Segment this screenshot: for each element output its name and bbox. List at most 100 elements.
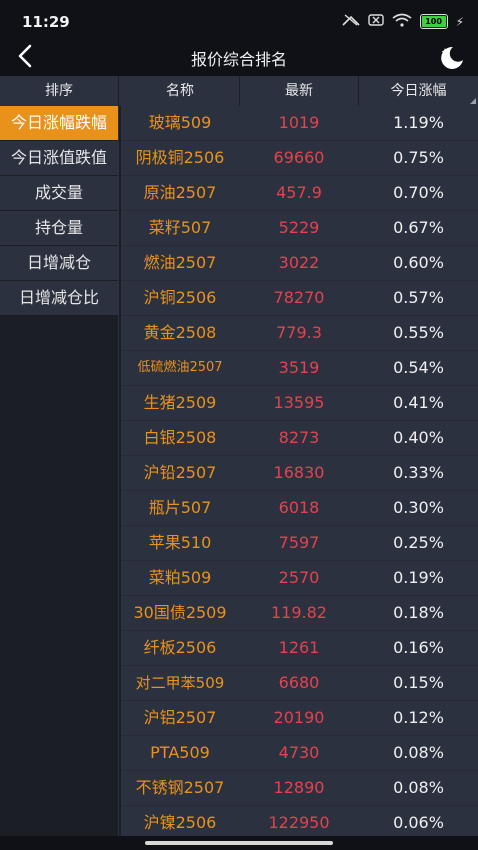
quote-table: 玻璃509 1019 1.19% 阴极铜2506 69660 0.75% 原油2507 4…: [121, 106, 478, 841]
change-pct: 0.30%: [393, 498, 444, 517]
change-pct: 0.06%: [393, 813, 444, 832]
signal-icon: [341, 14, 360, 29]
sidebar-item-change-value[interactable]: 今日涨值跌值: [0, 141, 118, 176]
latest-price: 16830: [273, 463, 325, 482]
change-pct: 0.54%: [393, 358, 444, 377]
table-row[interactable]: 白银2508 8273 0.40%: [121, 421, 478, 456]
table-row[interactable]: PTA509 4730 0.08%: [121, 736, 478, 771]
table-row[interactable]: 沪铅2507 16830 0.33%: [121, 456, 478, 491]
sidebar-item-volume[interactable]: 成交量: [0, 176, 118, 211]
contract-name: 菜籽507: [148, 218, 212, 237]
contract-name: 玻璃509: [148, 113, 212, 132]
change-pct: 0.12%: [393, 708, 444, 727]
column-header: 排序 名称 最新 今日涨幅: [0, 76, 478, 106]
contract-name: 白银2508: [143, 428, 217, 447]
table-row[interactable]: 不锈钢2507 12890 0.08%: [121, 771, 478, 806]
latest-price: 119.82: [271, 603, 327, 622]
latest-price: 779.3: [276, 323, 322, 342]
sort-sidebar: 今日涨幅跌幅 今日涨值跌值 成交量 持仓量 日增减仓 日增减仓比: [0, 106, 119, 836]
contract-name: 沪镍2506: [143, 813, 217, 832]
night-mode-icon[interactable]: [436, 42, 466, 72]
table-row[interactable]: 纤板2506 1261 0.16%: [121, 631, 478, 666]
contract-name: 阴极铜2506: [135, 148, 225, 167]
contract-name: 低硫燃油2507: [137, 360, 223, 375]
status-icons: 100 ⚡: [341, 13, 464, 30]
change-pct: 0.33%: [393, 463, 444, 482]
latest-price: 5229: [278, 218, 320, 237]
latest-price: 457.9: [276, 183, 322, 202]
change-pct: 0.67%: [393, 218, 444, 237]
sidebar-item-open-interest[interactable]: 持仓量: [0, 211, 118, 246]
change-pct: 1.19%: [393, 113, 444, 132]
system-nav-bar: [0, 836, 478, 850]
sidebar-item-daily-position-ratio[interactable]: 日增减仓比: [0, 281, 118, 316]
app-header: 报价综合排名: [0, 40, 478, 76]
contract-name: 沪铜2506: [143, 288, 217, 307]
status-bar: 11:29 100 ⚡: [0, 0, 478, 40]
change-pct: 0.75%: [393, 148, 444, 167]
table-row[interactable]: 菜籽507 5229 0.67%: [121, 211, 478, 246]
change-pct: 0.40%: [393, 428, 444, 447]
latest-price: 78270: [273, 288, 325, 307]
contract-name: 沪铝2507: [143, 708, 217, 727]
latest-price: 3022: [278, 253, 320, 272]
table-row[interactable]: 阴极铜2506 69660 0.75%: [121, 141, 478, 176]
column-divider: [118, 76, 119, 106]
table-row[interactable]: 瓶片507 6018 0.30%: [121, 491, 478, 526]
change-pct: 0.19%: [393, 568, 444, 587]
wifi-icon: [392, 13, 412, 30]
table-row[interactable]: 沪铜2506 78270 0.57%: [121, 281, 478, 316]
change-pct: 0.08%: [393, 778, 444, 797]
change-pct: 0.15%: [393, 673, 444, 692]
change-pct: 0.16%: [393, 638, 444, 657]
page-title: 报价综合排名: [190, 50, 287, 69]
table-row[interactable]: 对二甲苯509 6680 0.15%: [121, 666, 478, 701]
change-pct: 0.57%: [393, 288, 444, 307]
latest-price: 20190: [273, 708, 325, 727]
latest-price: 7597: [278, 533, 320, 552]
contract-name: 黄金2508: [143, 323, 217, 342]
table-row[interactable]: 原油2507 457.9 0.70%: [121, 176, 478, 211]
change-pct: 0.18%: [393, 603, 444, 622]
contract-name: 菜粕509: [148, 568, 212, 587]
contract-name: 生猪2509: [143, 393, 217, 412]
table-row[interactable]: 玻璃509 1019 1.19%: [121, 106, 478, 141]
home-indicator[interactable]: [145, 841, 333, 845]
table-row[interactable]: 燃油2507 3022 0.60%: [121, 246, 478, 281]
change-pct: 0.08%: [393, 743, 444, 762]
contract-name: 对二甲苯509: [135, 674, 225, 692]
column-name[interactable]: 名称: [121, 76, 239, 106]
battery-icon: 100: [419, 14, 448, 29]
table-row[interactable]: 菜粕509 2570 0.19%: [121, 561, 478, 596]
status-time: 11:29: [22, 13, 70, 31]
table-row[interactable]: 生猪2509 13595 0.41%: [121, 386, 478, 421]
sim-icon: [367, 14, 384, 29]
change-pct: 0.25%: [393, 533, 444, 552]
latest-price: 1261: [278, 638, 320, 657]
latest-price: 8273: [278, 428, 320, 447]
table-row[interactable]: 30国债2509 119.82 0.18%: [121, 596, 478, 631]
contract-name: 苹果510: [148, 533, 212, 552]
sort-indicator-icon: [470, 98, 476, 104]
sidebar-item-daily-position-change[interactable]: 日增减仓: [0, 246, 118, 281]
latest-price: 6680: [278, 673, 320, 692]
latest-price: 3519: [278, 358, 320, 377]
contract-name: 沪铅2507: [143, 463, 217, 482]
contract-name: PTA509: [150, 743, 210, 762]
latest-price: 69660: [273, 148, 325, 167]
column-sort: 排序: [45, 83, 73, 99]
change-pct: 0.70%: [393, 183, 444, 202]
latest-price: 12890: [273, 778, 325, 797]
change-pct: 0.55%: [393, 323, 444, 342]
latest-price: 13595: [273, 393, 325, 412]
sidebar-item-change-pct[interactable]: 今日涨幅跌幅: [0, 106, 118, 141]
table-row[interactable]: 黄金2508 779.3 0.55%: [121, 316, 478, 351]
column-latest[interactable]: 最新: [240, 76, 358, 106]
table-row[interactable]: 苹果510 7597 0.25%: [121, 526, 478, 561]
table-row[interactable]: 低硫燃油2507 3519 0.54%: [121, 351, 478, 386]
column-change[interactable]: 今日涨幅: [359, 76, 478, 106]
contract-name: 纤板2506: [143, 638, 217, 657]
latest-price: 2570: [278, 568, 320, 587]
contract-name: 不锈钢2507: [135, 778, 225, 797]
table-row[interactable]: 沪铝2507 20190 0.12%: [121, 701, 478, 736]
